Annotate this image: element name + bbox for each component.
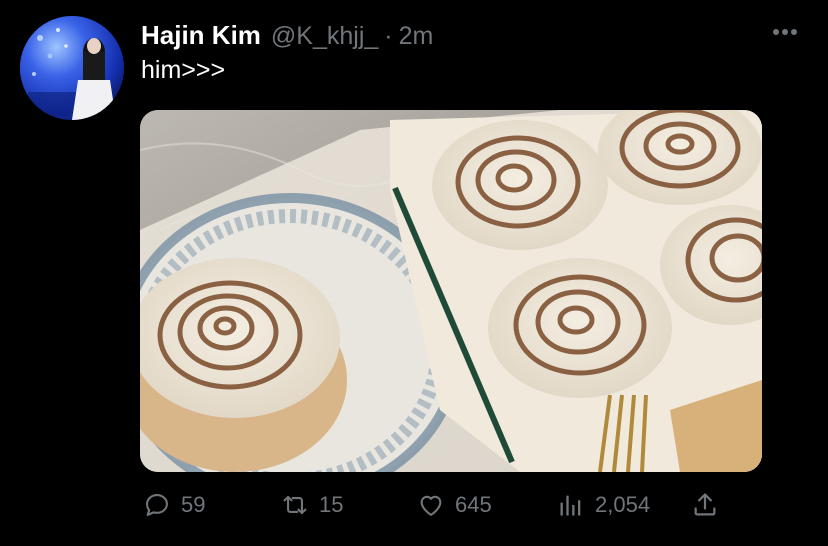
views-button[interactable]: 2,054 (556, 486, 650, 524)
more-options-button[interactable] (772, 22, 798, 42)
like-button[interactable]: 645 (416, 486, 492, 524)
share-button[interactable] (690, 486, 720, 524)
tweet-header: Hajin Kim @K_khjj_ · 2m (141, 20, 433, 50)
reply-icon (142, 490, 172, 520)
cinnamon-rolls-image (140, 110, 762, 472)
like-count: 645 (455, 492, 492, 517)
retweet-icon (280, 490, 310, 520)
author-handle[interactable]: @K_khjj_ (271, 22, 378, 51)
views-count: 2,054 (595, 492, 651, 517)
like-icon (416, 490, 446, 520)
tweet-timestamp[interactable]: 2m (399, 22, 434, 51)
views-icon (556, 490, 586, 520)
tweet-photo[interactable] (140, 110, 762, 472)
reply-count: 59 (181, 492, 206, 517)
tweet-text: him>>> (141, 56, 226, 84)
tweet-actions: 59 15 645 2,054 (142, 486, 742, 526)
retweet-count: 15 (319, 492, 344, 517)
more-icon (772, 23, 798, 41)
avatar[interactable] (20, 16, 124, 120)
author-name[interactable]: Hajin Kim (141, 20, 261, 51)
avatar-image (20, 16, 124, 120)
share-icon (690, 490, 720, 520)
retweet-button[interactable]: 15 (280, 486, 343, 524)
reply-button[interactable]: 59 (142, 486, 205, 524)
separator-dot: · (384, 22, 393, 50)
